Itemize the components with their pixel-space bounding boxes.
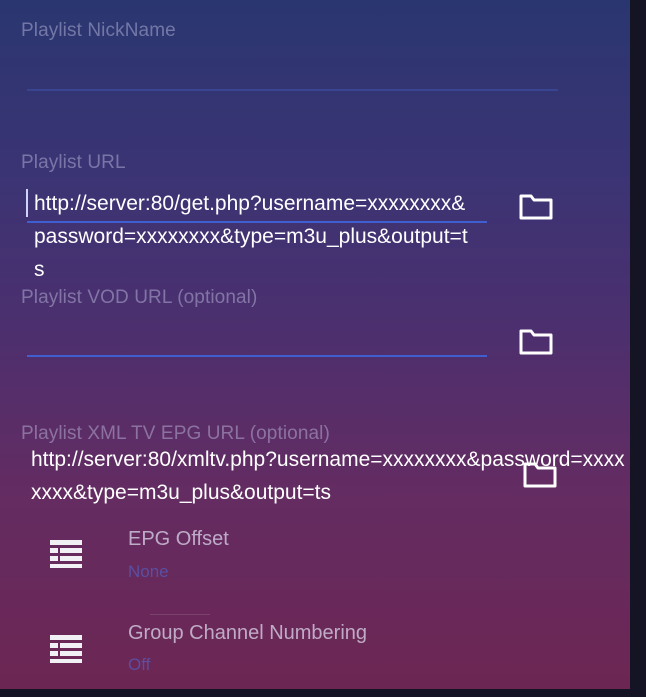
list-icon bbox=[48, 537, 84, 569]
nickname-underline bbox=[27, 89, 558, 91]
window-edge-bottom bbox=[0, 689, 646, 697]
group-channel-numbering-value: Off bbox=[128, 655, 151, 674]
epg-offset-title[interactable]: EPG Offset bbox=[128, 528, 229, 551]
vod-url-underline bbox=[27, 355, 487, 357]
url-label: Playlist URL bbox=[21, 152, 126, 173]
nickname-label: Playlist NickName bbox=[21, 20, 176, 41]
group-channel-numbering-title[interactable]: Group Channel Numbering bbox=[128, 622, 367, 645]
list-icon bbox=[48, 632, 84, 664]
folder-icon[interactable] bbox=[518, 190, 554, 222]
text-cursor bbox=[26, 189, 28, 217]
epg-url-input[interactable]: http://server:80/xmltv.php?username=xxxx… bbox=[31, 443, 631, 509]
settings-divider bbox=[150, 614, 210, 615]
url-input[interactable]: http://server:80/get.php?username=xxxxxx… bbox=[34, 187, 470, 286]
epg-url-label: Playlist XML TV EPG URL (optional) bbox=[21, 423, 330, 444]
folder-icon[interactable] bbox=[518, 325, 554, 357]
epg-offset-value: None bbox=[128, 562, 169, 581]
window-edge-right bbox=[630, 0, 646, 697]
vod-url-label: Playlist VOD URL (optional) bbox=[21, 287, 258, 308]
